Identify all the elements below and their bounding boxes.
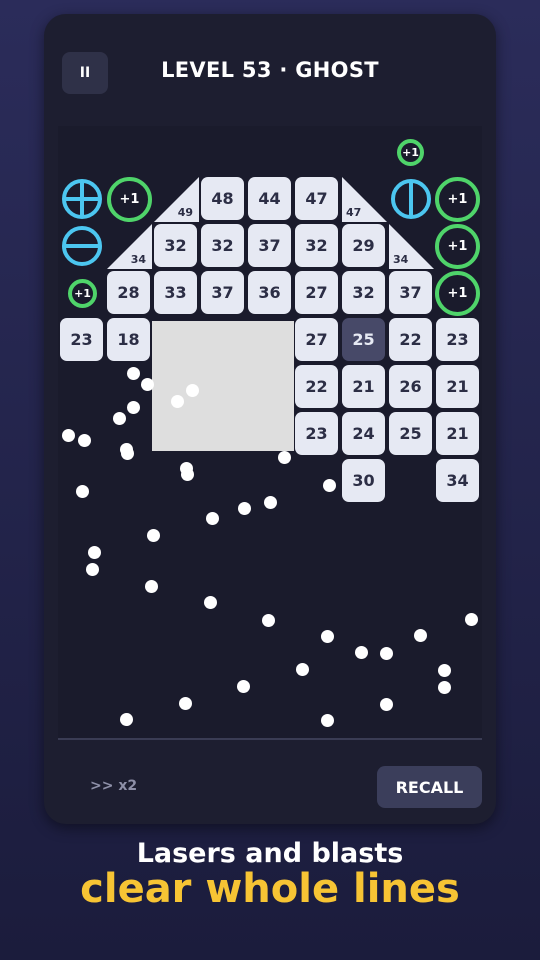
ball: [262, 614, 275, 627]
level-title: LEVEL 53 · GHOST: [161, 58, 379, 82]
brick-tile: 48: [201, 177, 244, 220]
brick-tile: 37: [248, 224, 291, 267]
brick-tile: 25: [389, 412, 432, 455]
ball: [321, 714, 334, 727]
brick-tile: 26: [389, 365, 432, 408]
brick-tile: 37: [389, 271, 432, 314]
ball: [355, 646, 368, 659]
brick-tile: 21: [436, 365, 479, 408]
ball: [206, 512, 219, 525]
ball: [127, 367, 140, 380]
bonus-ball-pickup: +1: [397, 139, 424, 166]
brick-tile: 23: [436, 318, 479, 361]
ball: [237, 680, 250, 693]
ball: [186, 384, 199, 397]
ball: [121, 447, 134, 460]
ball: [438, 681, 451, 694]
blast-block: [152, 321, 294, 451]
brick-tile: 29: [342, 224, 385, 267]
recall-button[interactable]: RECALL: [377, 766, 482, 808]
pause-icon: II: [79, 65, 91, 81]
brick-tile: 32: [295, 224, 338, 267]
brick-tile: 22: [295, 365, 338, 408]
ball: [88, 546, 101, 559]
ball: [78, 434, 91, 447]
bonus-ball-pickup: +1: [435, 177, 480, 222]
launch-line: [58, 738, 482, 740]
brick-tile: 27: [295, 271, 338, 314]
triangle-block: 47: [342, 177, 387, 222]
bonus-ball-pickup: +1: [68, 279, 97, 308]
promo-caption-line1: Lasers and blasts: [136, 838, 404, 869]
brick-tile: 23: [60, 318, 103, 361]
bonus-ball-pickup: +1: [107, 177, 152, 222]
ball: [113, 412, 126, 425]
ball: [264, 496, 277, 509]
ball: [179, 697, 192, 710]
brick-tile: 24: [342, 412, 385, 455]
brick-tile: 21: [342, 365, 385, 408]
ball: [145, 580, 158, 593]
triangle-block: 34: [107, 224, 152, 269]
cross-laser-icon: [62, 179, 102, 219]
ball: [278, 451, 291, 464]
ball: [120, 713, 133, 726]
brick-tile: 27: [295, 318, 338, 361]
ball: [86, 563, 99, 576]
brick-tile: 22: [389, 318, 432, 361]
brick-tile: 30: [342, 459, 385, 502]
pause-button[interactable]: II: [62, 52, 108, 94]
speed-toggle[interactable]: >> x2: [90, 778, 137, 794]
brick-tile: 33: [154, 271, 197, 314]
brick-tile: 44: [248, 177, 291, 220]
triangle-block: 49: [154, 177, 199, 222]
ball: [414, 629, 427, 642]
promo-caption-line2: clear whole lines: [80, 866, 460, 912]
ball: [127, 401, 140, 414]
brick-tile: 37: [201, 271, 244, 314]
bonus-ball-pickup: +1: [435, 224, 480, 269]
ball: [465, 613, 478, 626]
triangle-block: 34: [389, 224, 434, 269]
ball: [438, 664, 451, 677]
ball: [380, 698, 393, 711]
ball: [181, 468, 194, 481]
ball: [321, 630, 334, 643]
brick-tile: 28: [107, 271, 150, 314]
ball: [296, 663, 309, 676]
ball: [62, 429, 75, 442]
brick-tile: 32: [201, 224, 244, 267]
ball: [204, 596, 217, 609]
ball: [141, 378, 154, 391]
ball: [171, 395, 184, 408]
brick-tile: 34: [436, 459, 479, 502]
ball: [323, 479, 336, 492]
ball: [147, 529, 160, 542]
brick-tile: 36: [248, 271, 291, 314]
brick-tile: 23: [295, 412, 338, 455]
ball: [380, 647, 393, 660]
vertical-laser-icon: [391, 179, 431, 219]
horizontal-laser-icon: [62, 226, 102, 266]
ball: [76, 485, 89, 498]
brick-tile: 18: [107, 318, 150, 361]
brick-tile: 32: [342, 271, 385, 314]
ball: [238, 502, 251, 515]
brick-tile: 32: [154, 224, 197, 267]
bonus-ball-pickup: +1: [435, 271, 480, 316]
brick-tile: 21: [436, 412, 479, 455]
brick-tile-highlighted: 25: [342, 318, 385, 361]
brick-tile: 47: [295, 177, 338, 220]
